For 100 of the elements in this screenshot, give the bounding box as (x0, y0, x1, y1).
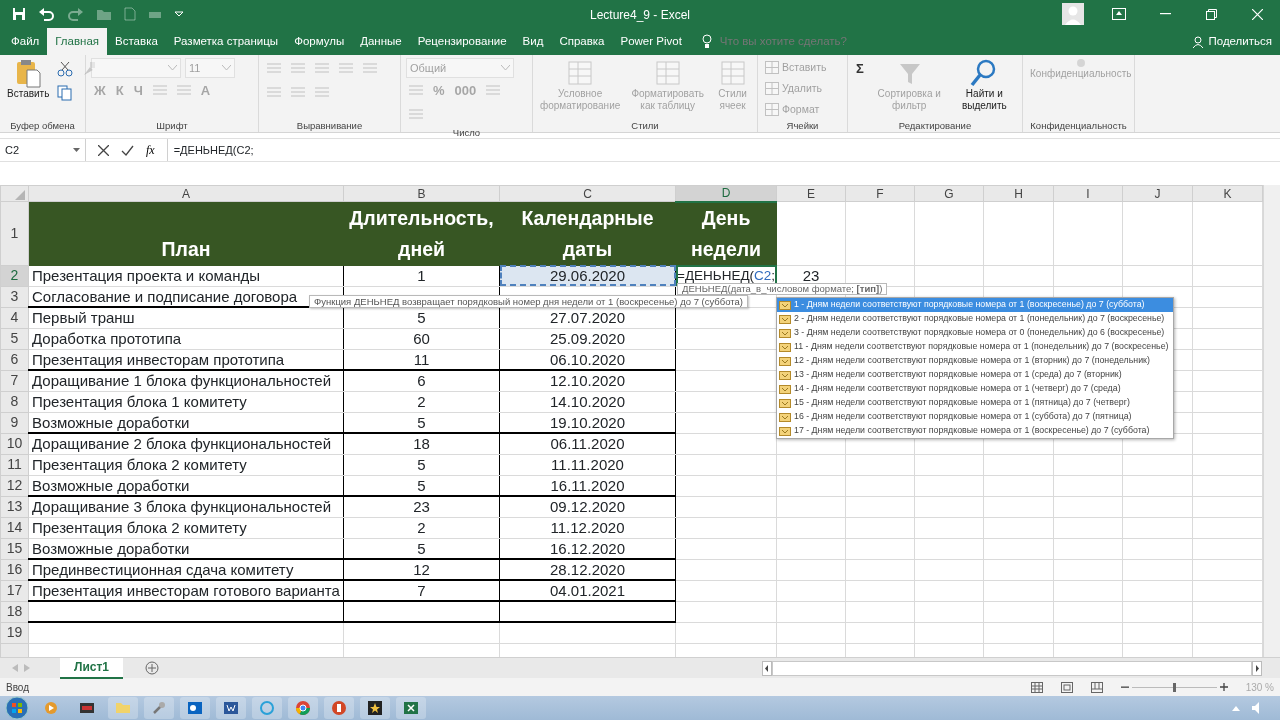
search-field[interactable]: Что вы хотите сделать? (717, 31, 918, 52)
scrollbar[interactable] (772, 660, 1252, 676)
menu-tab[interactable]: Данные (352, 28, 410, 55)
dropdown-icon[interactable] (174, 10, 184, 18)
autocomplete-item[interactable]: 12 - Дням недели соответствуют порядковые номера от 1 (вторник) до 7 (понедельник) (777, 354, 1173, 368)
taskbar-button[interactable] (360, 697, 390, 719)
row-header[interactable]: 16 (0, 559, 29, 580)
menu-tab[interactable]: Рецензирование (409, 28, 515, 55)
cell: Презентация проекта и команды (28, 265, 344, 286)
column-header[interactable]: E (776, 185, 846, 202)
menu-tab[interactable]: Power Pivot (612, 28, 690, 55)
row-header[interactable]: 9 (0, 412, 29, 433)
row-header[interactable]: 18 (0, 601, 29, 622)
undo-icon[interactable] (38, 7, 56, 21)
column-header[interactable]: H (983, 185, 1054, 202)
cell: Презентация инвесторам прототипа (28, 349, 344, 370)
ribbon-button[interactable]: Вставить (5, 58, 52, 100)
insert-function-button[interactable]: fx (146, 141, 155, 159)
column-header[interactable]: B (343, 185, 500, 202)
enter-button[interactable] (121, 144, 134, 156)
menu-tab[interactable]: Главная (47, 28, 108, 55)
zoom-slider[interactable] (1131, 682, 1217, 692)
grid-view-icon[interactable] (1030, 681, 1043, 693)
row-header[interactable]: 13 (0, 496, 29, 517)
ribbon-button[interactable]: Найти и выделить (951, 58, 1017, 111)
taskbar-button[interactable] (180, 697, 210, 719)
plus-icon[interactable] (1219, 683, 1228, 691)
start-button[interactable] (4, 696, 30, 720)
column-header[interactable]: D (675, 185, 777, 202)
column-header[interactable]: K (1192, 185, 1263, 202)
row-header[interactable]: 12 (0, 475, 29, 496)
name-box[interactable]: C2 (0, 139, 86, 161)
slider-thumb[interactable] (1173, 682, 1177, 692)
speaker-icon[interactable] (1252, 702, 1262, 714)
menu-tab[interactable]: Справка (551, 28, 613, 55)
cell: Возможные доработки (28, 412, 344, 433)
autocomplete-item[interactable]: 11 - Дням недели соответствуют порядковые номера от 1 (понедельник) до 7 (воскресенье) (777, 340, 1173, 354)
menu-tab[interactable]: Вставка (107, 28, 166, 55)
taskbar-button[interactable] (216, 697, 246, 719)
row-header[interactable]: 8 (0, 391, 29, 412)
row-header[interactable]: 11 (0, 454, 29, 475)
cell: 11.11.2020 (499, 454, 676, 475)
autocomplete-item[interactable]: 14 - Дням недели соответствуют порядковые номера от 1 (четверг) до 7 (среда) (777, 382, 1173, 396)
menu-tab[interactable]: Формулы (286, 28, 353, 55)
autocomplete-item[interactable]: 17 - Дням недели соответствуют порядковые номера от 1 (воскресенье) до 7 (суббота) (777, 424, 1173, 438)
column-header[interactable]: I (1053, 185, 1123, 202)
cell: 06.11.2020 (499, 433, 676, 454)
autocomplete-item[interactable]: 13 - Дням недели соответствуют порядковые номера от 1 (среда) до 7 (вторник) (777, 368, 1173, 382)
autocomplete-item[interactable]: 16 - Дням недели соответствуют порядковые номера от 1 (суббота) до 7 (пятница) (777, 410, 1173, 424)
autocomplete-item[interactable]: 2 - Дням недели соответствуют порядковые номера от 1 (понедельник) до 7 (воскресенье) (777, 312, 1173, 326)
page-layout-icon[interactable] (1060, 681, 1073, 693)
header-cell: Календарные даты (499, 201, 676, 265)
row-header[interactable]: 17 (0, 580, 29, 601)
row-header[interactable]: 2 (0, 265, 29, 286)
ribbon-button[interactable]: Σ (853, 58, 867, 80)
editing-cell[interactable]: =ДЕНЬНЕД(C2; (675, 265, 777, 286)
sheet-tab[interactable]: Лист1 (60, 657, 124, 679)
cancel-button[interactable] (98, 144, 109, 156)
column-header[interactable]: J (1122, 185, 1193, 202)
row-header[interactable]: 4 (0, 307, 29, 328)
add-sheet-icon[interactable] (145, 661, 160, 675)
row-header[interactable]: 19 (0, 622, 29, 643)
column-header[interactable]: G (914, 185, 984, 202)
select-all-icon[interactable] (15, 189, 25, 200)
column-header[interactable]: C (499, 185, 676, 202)
autocomplete-item[interactable]: 15 - Дням недели соответствуют порядковые номера от 1 (пятница) до 7 (четверг) (777, 396, 1173, 410)
grid-icon (765, 103, 779, 116)
header-cell: План (28, 201, 344, 265)
slides-app-icon (331, 700, 347, 716)
column-header[interactable]: A (28, 185, 344, 202)
menu-tab[interactable]: Вид (514, 28, 552, 55)
row-header[interactable]: 6 (0, 349, 29, 370)
cell: 5 (343, 454, 500, 475)
tag-icon (779, 342, 791, 352)
column-header[interactable]: F (845, 185, 915, 202)
row-header[interactable]: 15 (0, 538, 29, 559)
row-header[interactable]: 14 (0, 517, 29, 538)
row-header[interactable]: 5 (0, 328, 29, 349)
row-header[interactable]: 10 (0, 433, 29, 454)
zoom-level: 130 % (1245, 680, 1274, 695)
menu-tab[interactable]: Файл (3, 28, 48, 55)
cell: Возможные доработки (28, 538, 344, 559)
row-header[interactable]: 3 (0, 286, 29, 307)
menu-tab[interactable]: Разметка страницы (165, 28, 287, 55)
autocomplete-item[interactable]: 3 - Дням недели соответствуют порядковые номера от 0 (понедельник) до 6 (воскресенье) (777, 326, 1173, 340)
share-button[interactable]: Поделиться (1185, 28, 1280, 55)
cell: 6 (343, 370, 500, 391)
tag-icon (779, 370, 791, 380)
formula-field[interactable]: =ДЕНЬНЕД(C2; (166, 139, 1280, 161)
next-icon[interactable] (24, 664, 30, 672)
cell: Возможные доработки (28, 475, 344, 496)
up-arrow-icon[interactable] (1232, 705, 1240, 711)
previous-icon[interactable] (12, 664, 18, 672)
page-break-icon[interactable] (1090, 681, 1103, 693)
redo-icon (68, 7, 84, 21)
spreadsheet-app-icon (403, 700, 419, 716)
row-header[interactable]: 7 (0, 370, 29, 391)
restore-icon (1205, 8, 1217, 20)
scrollbar[interactable] (1263, 185, 1280, 657)
row-header[interactable]: 1 (0, 201, 29, 265)
